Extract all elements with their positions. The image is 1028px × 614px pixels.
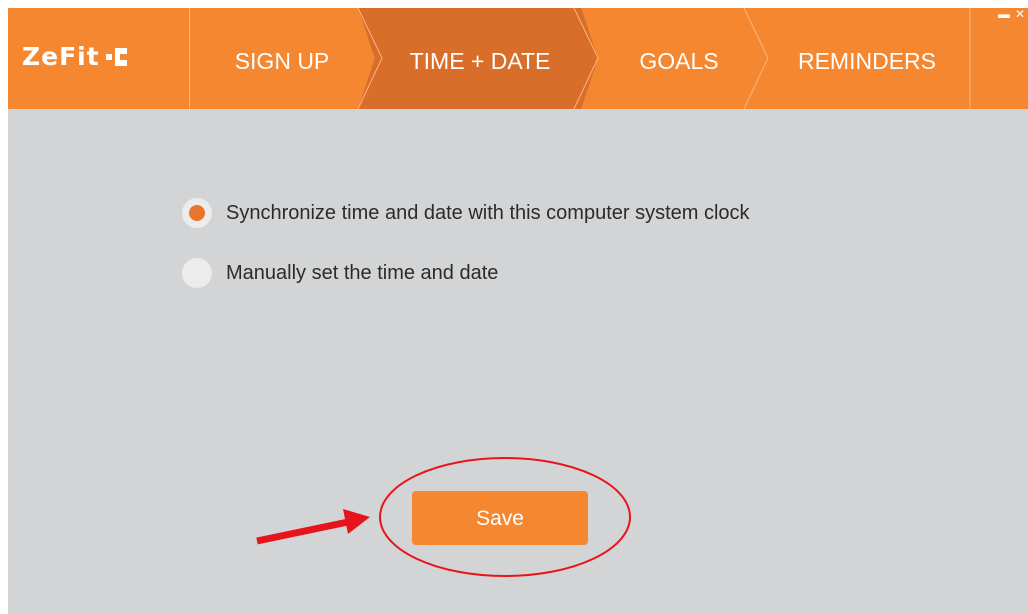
radio-manual-time[interactable] — [182, 258, 212, 288]
logo-mark-icon — [105, 46, 128, 68]
app-window: ZeFit SIGN UP TIME + DATE GOALS REMINDER… — [8, 8, 1028, 614]
top-navigation-bar: ZeFit SIGN UP TIME + DATE GOALS REMINDER… — [8, 8, 1028, 109]
minimize-icon[interactable]: ▬ — [996, 8, 1012, 20]
option-sync-system-clock[interactable]: Synchronize time and date with this comp… — [182, 198, 750, 228]
tab-sign-up[interactable]: SIGN UP — [198, 8, 366, 109]
time-sync-options: Synchronize time and date with this comp… — [182, 198, 750, 318]
radio-sync-system-clock[interactable] — [182, 198, 212, 228]
option-label-sync: Synchronize time and date with this comp… — [226, 201, 750, 224]
option-manual-time[interactable]: Manually set the time and date — [182, 258, 750, 288]
zefit-logo: ZeFit — [22, 42, 128, 71]
save-button[interactable]: Save — [412, 491, 588, 545]
logo-text: ZeFit — [22, 42, 100, 71]
tab-time-date[interactable]: TIME + DATE — [366, 8, 594, 109]
option-label-manual: Manually set the time and date — [226, 261, 499, 284]
tab-reminders[interactable]: REMINDERS — [764, 8, 970, 109]
window-controls: ▬ ✕ — [988, 8, 1028, 22]
logo-divider — [189, 8, 190, 109]
close-icon[interactable]: ✕ — [1012, 8, 1028, 20]
tab-goals[interactable]: GOALS — [594, 8, 764, 109]
